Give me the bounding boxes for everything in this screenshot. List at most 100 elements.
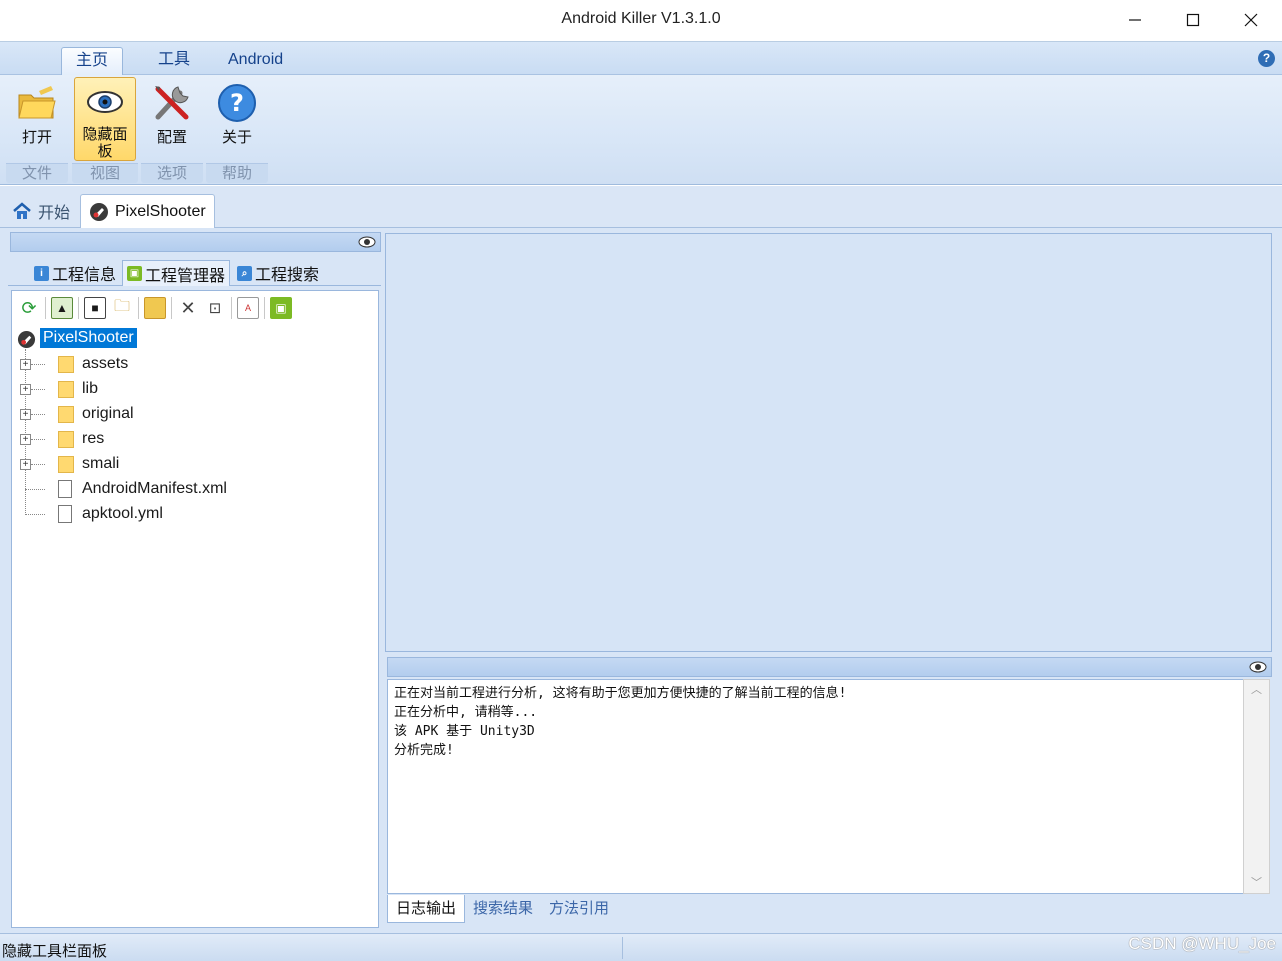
editor-area: [385, 233, 1272, 652]
android-build-icon[interactable]: ▣: [270, 297, 292, 319]
log-output[interactable]: 正在对当前工程进行分析, 这将有助于您更加方便快捷的了解当前工程的信息! 正在分…: [387, 679, 1245, 894]
tree-file-manifest[interactable]: AndroidManifest.xml: [12, 477, 378, 502]
expand-icon[interactable]: +: [20, 409, 31, 420]
folder-icon: [58, 456, 74, 473]
about-button[interactable]: ? 关于: [206, 77, 268, 161]
search-icon: ⌕: [237, 265, 252, 281]
help-icon[interactable]: ?: [1258, 50, 1275, 67]
close-button[interactable]: [1222, 0, 1280, 40]
tab-log-output[interactable]: 日志输出: [387, 895, 466, 923]
ribbon-tab-android[interactable]: Android: [214, 47, 297, 75]
window-icon[interactable]: ■: [84, 297, 106, 319]
android-icon: ▣: [127, 266, 142, 281]
main-area: i 工程信息 ▣ 工程管理器 ⌕ 工程搜索 ⟳ ▲ ■ 🗀 ✕ ⊡ A ▣ Pi…: [0, 228, 1282, 933]
window-title: Android Killer V1.3.1.0: [561, 10, 721, 27]
open-label: 打开: [21, 129, 52, 146]
tree-connector: [31, 464, 45, 465]
tree-connector: [31, 439, 45, 440]
tree-item-label: res: [82, 430, 105, 447]
watermark: CSDN @WHU_Joe: [1128, 934, 1276, 953]
question-icon: ?: [215, 81, 259, 125]
open-button[interactable]: 打开: [6, 77, 68, 161]
expand-icon[interactable]: +: [20, 384, 31, 395]
tab-search-results[interactable]: 搜索结果: [465, 895, 541, 923]
tree-folder-assets[interactable]: + assets: [12, 352, 378, 377]
folder-icon: [58, 356, 74, 373]
delete-icon[interactable]: ✕: [177, 297, 199, 319]
tree-connector: [31, 389, 45, 390]
folder-open-icon: [15, 81, 59, 125]
tree-folder-lib[interactable]: + lib: [12, 377, 378, 402]
ribbon-tab-tools[interactable]: 工具: [144, 47, 204, 75]
minimize-icon: [1129, 19, 1141, 21]
tree-folder-smali[interactable]: + smali: [12, 452, 378, 477]
ribbon-group-options: 配置 选项: [141, 77, 203, 183]
project-subtabs: i 工程信息 ▣ 工程管理器 ⌕ 工程搜索: [8, 258, 381, 286]
expand-icon[interactable]: +: [20, 459, 31, 470]
status-text: 隐藏工具栏面板: [2, 943, 108, 960]
config-button[interactable]: 配置: [141, 77, 203, 161]
tree-folder-original[interactable]: + original: [12, 402, 378, 427]
about-label: 关于: [221, 129, 252, 146]
output-panel: 正在对当前工程进行分析, 这将有助于您更加方便快捷的了解当前工程的信息! 正在分…: [385, 657, 1272, 929]
app-icon: [17, 330, 36, 349]
info-icon: i: [34, 265, 49, 281]
tab-project-manager-label: 工程管理器: [145, 267, 226, 285]
tab-pixelshooter-label: PixelShooter: [115, 202, 206, 220]
tab-start[interactable]: 开始: [4, 194, 78, 228]
rename-icon[interactable]: ⊡: [204, 297, 226, 319]
output-eye-icon[interactable]: [1249, 661, 1267, 673]
toolbar-separator: [78, 297, 79, 319]
ribbon-group-help: ? 关于 帮助: [206, 77, 268, 183]
eye-icon: [83, 82, 127, 122]
tree-item-label: assets: [82, 355, 129, 372]
folder-icon: [58, 406, 74, 423]
ribbon-tab-home[interactable]: 主页: [61, 47, 124, 75]
config-label: 配置: [156, 129, 187, 146]
tab-project-manager[interactable]: ▣ 工程管理器: [122, 260, 231, 286]
scroll-down-icon[interactable]: ﹀: [1244, 873, 1269, 893]
project-tree-box: ⟳ ▲ ■ 🗀 ✕ ⊡ A ▣ PixelShooter + assets + …: [11, 290, 379, 928]
tab-start-label: 开始: [38, 205, 71, 222]
expand-icon[interactable]: +: [20, 434, 31, 445]
tree-root-label: PixelShooter: [40, 328, 137, 348]
refresh-icon[interactable]: ⟳: [18, 297, 40, 319]
maximize-button[interactable]: [1164, 0, 1222, 40]
image-icon[interactable]: ▲: [51, 297, 73, 319]
tree-folder-res[interactable]: + res: [12, 427, 378, 452]
tree-connector: [25, 489, 45, 490]
log-line: 分析完成!: [394, 743, 454, 758]
folder-search-icon[interactable]: 🗀: [111, 297, 133, 319]
status-bar: 隐藏工具栏面板 CSDN @WHU_Joe: [0, 933, 1282, 961]
log-line: 正在分析中, 请稍等...: [394, 705, 538, 720]
tab-project-info[interactable]: i 工程信息: [30, 260, 120, 286]
ribbon-group-file: 打开 文件: [6, 77, 68, 183]
scroll-up-icon[interactable]: ︿: [1244, 680, 1269, 700]
tree-file-apktool[interactable]: apktool.yml: [12, 502, 378, 527]
expand-icon[interactable]: +: [20, 359, 31, 370]
group-label-help: 帮助: [206, 163, 268, 183]
title-bar: Android Killer V1.3.1.0: [0, 0, 1282, 42]
folder-icon: [58, 431, 74, 448]
project-panel-header: [10, 232, 381, 252]
ribbon-tab-bar: 主页 工具 Android: [0, 42, 1282, 75]
tree-root[interactable]: PixelShooter: [12, 327, 378, 352]
text-file-icon[interactable]: A: [237, 297, 259, 319]
group-label-view: 视图: [72, 163, 138, 183]
tree-connector: [31, 414, 45, 415]
log-line: 正在对当前工程进行分析, 这将有助于您更加方便快捷的了解当前工程的信息!: [394, 686, 847, 701]
open-folder-icon[interactable]: [144, 297, 166, 319]
hide-panel-button[interactable]: 隐藏面板: [74, 77, 136, 161]
folder-icon: [58, 381, 74, 398]
minimize-button[interactable]: [1106, 0, 1164, 40]
tree-toolbar: ⟳ ▲ ■ 🗀 ✕ ⊡ A ▣: [12, 291, 378, 325]
log-scrollbar[interactable]: ︿ ﹀: [1243, 679, 1270, 894]
tab-pixelshooter[interactable]: PixelShooter: [80, 194, 215, 228]
svg-text:?: ?: [230, 89, 244, 117]
tab-project-search[interactable]: ⌕ 工程搜索: [233, 260, 323, 286]
tab-project-search-label: 工程搜索: [255, 267, 320, 284]
tab-method-refs[interactable]: 方法引用: [541, 895, 617, 923]
tree-item-label: AndroidManifest.xml: [82, 480, 227, 497]
panel-eye-icon[interactable]: [358, 236, 376, 248]
file-icon: [58, 505, 72, 523]
